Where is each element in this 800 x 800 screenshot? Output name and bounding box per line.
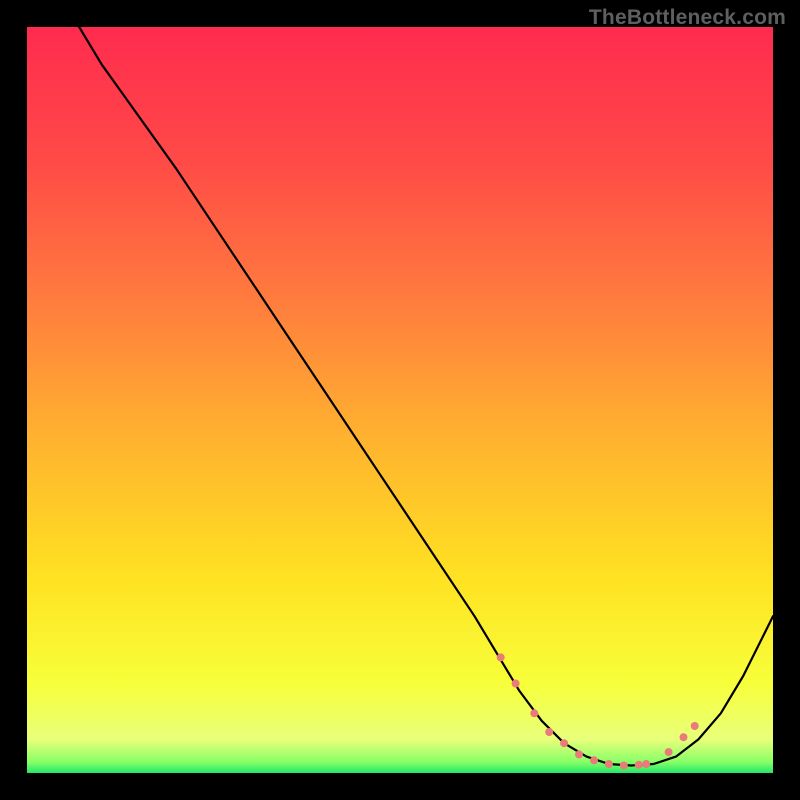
- marker-dot: [635, 761, 643, 769]
- marker-dot: [605, 760, 613, 768]
- marker-dot: [680, 733, 688, 741]
- marker-dot: [691, 722, 699, 730]
- marker-dot: [545, 728, 553, 736]
- marker-dot: [665, 748, 673, 756]
- marker-dot: [530, 709, 538, 717]
- marker-dot: [620, 762, 628, 770]
- chart-plot: [27, 27, 773, 773]
- marker-dot: [512, 680, 520, 688]
- chart-svg: [27, 27, 773, 773]
- marker-dot: [575, 750, 583, 758]
- chart-frame: TheBottleneck.com: [0, 0, 800, 800]
- gradient-background: [27, 27, 773, 773]
- marker-dot: [497, 653, 505, 661]
- marker-dot: [642, 760, 650, 768]
- marker-dot: [560, 739, 568, 747]
- marker-dot: [590, 756, 598, 764]
